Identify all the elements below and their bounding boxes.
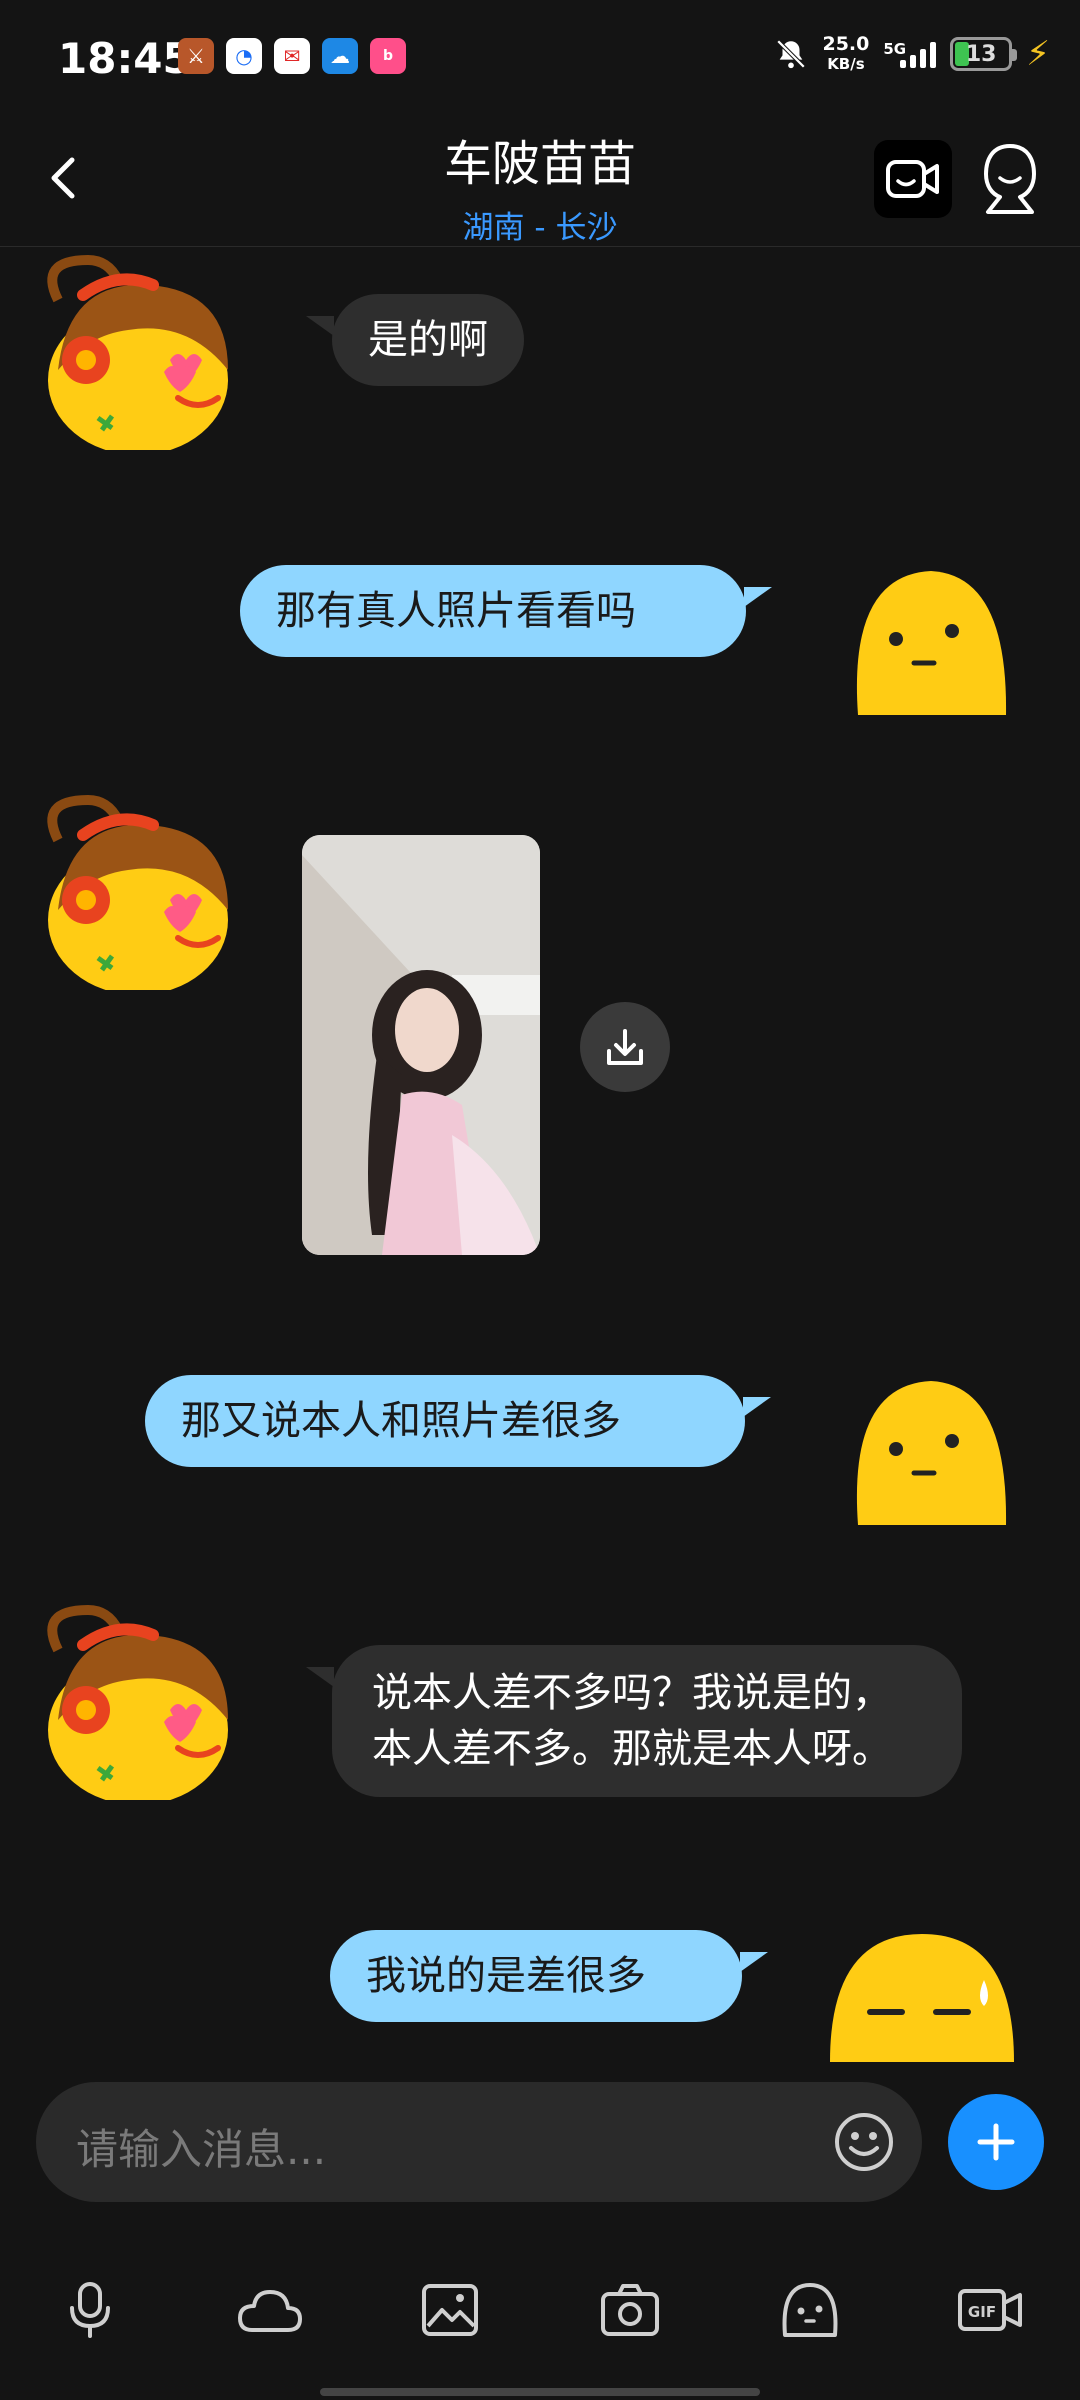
my-avatar[interactable] (848, 1375, 1014, 1531)
message-input[interactable]: 请输入消息... (36, 2082, 922, 2202)
plus-button[interactable] (948, 2094, 1044, 2190)
message-text: 那又说本人和照片差很多 (181, 1398, 621, 1444)
bilibili-app-icon: b (370, 38, 406, 74)
camera-icon (601, 2284, 659, 2336)
gif-icon: GIF (958, 2289, 1022, 2331)
sticker-button[interactable] (770, 2270, 850, 2350)
notification-app-icons: ⚔ ◔ ✉ ☁ b (178, 38, 406, 74)
gif-button[interactable]: GIF (950, 2270, 1030, 2350)
message-bubble-outgoing[interactable]: 那又说本人和照片差很多 (145, 1375, 771, 1467)
profile-icon[interactable] (978, 142, 1042, 216)
image-icon (422, 2284, 478, 2336)
photo-content (302, 835, 540, 1255)
game-app-icon: ⚔ (178, 38, 214, 74)
sticker-icon (782, 2283, 838, 2337)
download-icon (607, 1029, 643, 1065)
battery-icon: 13 (950, 37, 1018, 71)
status-bar: 18:45 ⚔ ◔ ✉ ☁ b 25.0 KB/s 5G 13 ⚡ (0, 0, 1080, 118)
voice-icon (70, 2282, 110, 2338)
photo-message[interactable] (302, 835, 540, 1255)
my-avatar[interactable] (848, 565, 1014, 721)
battery-level: 13 (965, 41, 997, 67)
message-text: 我说的是差很多 (366, 1953, 646, 1999)
cell-signal: 5G (883, 40, 937, 68)
svg-text:GIF: GIF (968, 2303, 996, 2321)
video-call-button[interactable] (874, 140, 952, 218)
contact-avatar[interactable] (28, 240, 238, 450)
home-indicator (320, 2388, 760, 2396)
download-button[interactable] (580, 1002, 670, 1092)
input-toolbar: GIF (0, 2270, 1080, 2370)
mute-bell-icon (777, 39, 806, 69)
image-button[interactable] (410, 2270, 490, 2350)
voice-button[interactable] (50, 2270, 130, 2350)
video-camera-icon (886, 160, 939, 198)
cloud-button[interactable] (230, 2270, 310, 2350)
browser-app-icon: ◔ (226, 38, 262, 74)
clock: 18:45 (58, 34, 192, 83)
cloud-app-icon: ☁ (322, 38, 358, 74)
plus-icon (977, 2123, 1015, 2161)
contact-avatar[interactable] (28, 780, 238, 990)
message-bubble-outgoing[interactable]: 那有真人照片看看吗 (240, 565, 772, 657)
chat-header: 车陂苗苗 湖南 - 长沙 (0, 118, 1080, 247)
message-text: 是的啊 (368, 317, 488, 363)
message-text: 说本人差不多吗？我说是的，本人差不多。那就是本人呀。 (372, 1670, 892, 1772)
message-bubble-outgoing[interactable]: 我说的是差很多 (330, 1930, 768, 2022)
message-bubble-incoming[interactable]: 是的啊 (306, 294, 524, 386)
mail-app-icon: ✉ (274, 38, 310, 74)
status-indicators: 25.0 KB/s 5G 13 ⚡ (774, 34, 1050, 74)
contact-avatar[interactable] (28, 1590, 238, 1800)
message-text: 那有真人照片看看吗 (276, 588, 636, 634)
message-bubble-incoming[interactable]: 说本人差不多吗？我说是的，本人差不多。那就是本人呀。 (306, 1645, 962, 1797)
charging-icon: ⚡ (1026, 34, 1050, 74)
network-speed: 25.0 KB/s (822, 33, 870, 73)
my-avatar[interactable] (824, 1930, 1020, 2062)
emoji-icon[interactable] (832, 2110, 896, 2174)
camera-button[interactable] (590, 2270, 670, 2350)
signal-label: 5G (883, 40, 907, 58)
input-placeholder: 请输入消息... (76, 2125, 327, 2174)
cloud-icon (238, 2290, 302, 2332)
